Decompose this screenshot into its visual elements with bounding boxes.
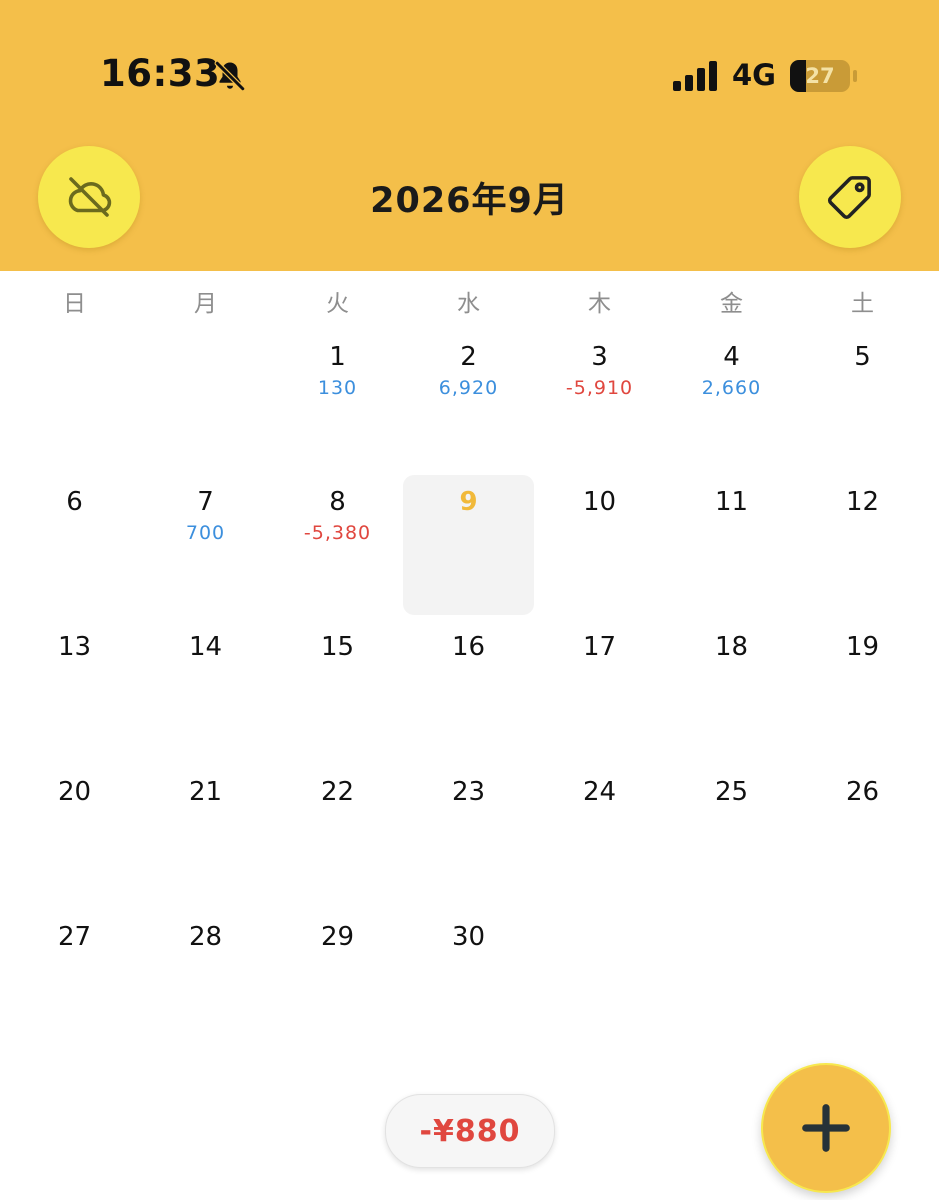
calendar-day[interactable]: 15 <box>272 620 403 760</box>
calendar-day[interactable]: 20 <box>9 765 140 905</box>
calendar-day[interactable]: 2 6,920 <box>403 330 534 470</box>
battery-nub <box>853 70 857 82</box>
day-number: 14 <box>188 632 223 662</box>
day-number: 8 <box>329 487 346 517</box>
weekday-tue: 火 <box>326 291 349 317</box>
calendar-day[interactable]: 29 <box>272 910 403 1050</box>
calendar-day[interactable]: 19 <box>797 620 928 760</box>
day-number: 16 <box>451 632 486 662</box>
calendar-day[interactable]: 16 <box>403 620 534 760</box>
calendar-day[interactable]: 18 <box>666 620 797 760</box>
day-number: 1 <box>329 342 346 372</box>
calendar-day[interactable]: 4 2,660 <box>666 330 797 470</box>
calendar-day[interactable]: 21 <box>140 765 271 905</box>
plus-icon <box>802 1104 850 1152</box>
calendar-day[interactable]: 11 <box>666 475 797 615</box>
day-number: 9 <box>459 487 478 517</box>
weekday-mon: 月 <box>194 291 217 317</box>
battery-level-label: 27 <box>805 64 835 88</box>
cellular-signal-icon <box>673 61 717 91</box>
battery-body: 27 <box>790 60 850 92</box>
day-amount: -5,380 <box>303 522 372 544</box>
battery-indicator: 27 <box>790 58 860 94</box>
weekday-fri: 金 <box>720 291 743 317</box>
day-number: 25 <box>714 777 749 807</box>
day-number: 29 <box>320 922 355 952</box>
day-number: 6 <box>66 487 83 517</box>
day-amount: 700 <box>185 522 226 544</box>
calendar-day[interactable]: 27 <box>9 910 140 1050</box>
bell-slash-icon <box>214 60 246 92</box>
status-time: 16:33 <box>100 52 221 95</box>
calendar-day[interactable]: 14 <box>140 620 271 760</box>
weekday-wed: 水 <box>457 291 480 317</box>
day-number: 17 <box>582 632 617 662</box>
calendar-day[interactable]: 5 <box>797 330 928 470</box>
day-number: 18 <box>714 632 749 662</box>
calendar-day[interactable]: 25 <box>666 765 797 905</box>
weekday-thu: 木 <box>588 291 611 317</box>
calendar-day[interactable]: 8 -5,380 <box>272 475 403 615</box>
day-amount: 130 <box>317 377 358 399</box>
calendar-day[interactable]: 7 700 <box>140 475 271 615</box>
day-amount: 6,920 <box>438 377 499 399</box>
calendar-day[interactable]: 10 <box>534 475 665 615</box>
day-number: 11 <box>714 487 749 517</box>
day-number: 23 <box>451 777 486 807</box>
calendar-day[interactable]: 28 <box>140 910 271 1050</box>
day-number: 5 <box>854 342 871 372</box>
tag-button[interactable] <box>799 146 901 248</box>
day-number: 30 <box>451 922 486 952</box>
day-number: 21 <box>188 777 223 807</box>
day-number: 20 <box>57 777 92 807</box>
day-number: 10 <box>582 487 617 517</box>
calendar-day[interactable]: 17 <box>534 620 665 760</box>
day-number: 15 <box>320 632 355 662</box>
calendar-day[interactable]: 12 <box>797 475 928 615</box>
calendar-grid: 1 130 2 6,920 3 -5,910 4 2,660 5 6 7 700 8 -5,380 9 10 1… <box>0 330 939 1070</box>
day-number: 27 <box>57 922 92 952</box>
calendar-day[interactable]: 6 <box>9 475 140 615</box>
day-number: 3 <box>591 342 608 372</box>
add-entry-button[interactable] <box>761 1063 891 1193</box>
calendar-day-today[interactable]: 9 <box>403 475 534 615</box>
monthly-total-button[interactable]: -¥880 <box>385 1094 555 1168</box>
day-amount: -5,910 <box>565 377 634 399</box>
day-number: 22 <box>320 777 355 807</box>
weekday-header: 日 月 火 水 木 金 土 <box>0 284 939 318</box>
day-number: 19 <box>845 632 880 662</box>
weekday-sun: 日 <box>63 291 86 317</box>
day-number: 13 <box>57 632 92 662</box>
day-number: 2 <box>460 342 477 372</box>
day-amount: 2,660 <box>701 377 762 399</box>
day-number: 24 <box>582 777 617 807</box>
calendar-day[interactable]: 30 <box>403 910 534 1050</box>
calendar-day[interactable]: 23 <box>403 765 534 905</box>
app-header: 16:33 4G 27 2026年9月 <box>0 0 939 271</box>
day-number: 12 <box>845 487 880 517</box>
day-number: 7 <box>197 487 214 517</box>
calendar-day[interactable]: 22 <box>272 765 403 905</box>
calendar-day[interactable]: 3 -5,910 <box>534 330 665 470</box>
day-number: 28 <box>188 922 223 952</box>
weekday-sat: 土 <box>851 291 874 317</box>
calendar-day[interactable]: 24 <box>534 765 665 905</box>
day-number: 4 <box>723 342 740 372</box>
day-number: 26 <box>845 777 880 807</box>
calendar-day[interactable]: 13 <box>9 620 140 760</box>
network-type: 4G <box>732 58 776 92</box>
calendar-day[interactable]: 1 130 <box>272 330 403 470</box>
tag-icon <box>827 176 871 220</box>
calendar-day[interactable]: 26 <box>797 765 928 905</box>
